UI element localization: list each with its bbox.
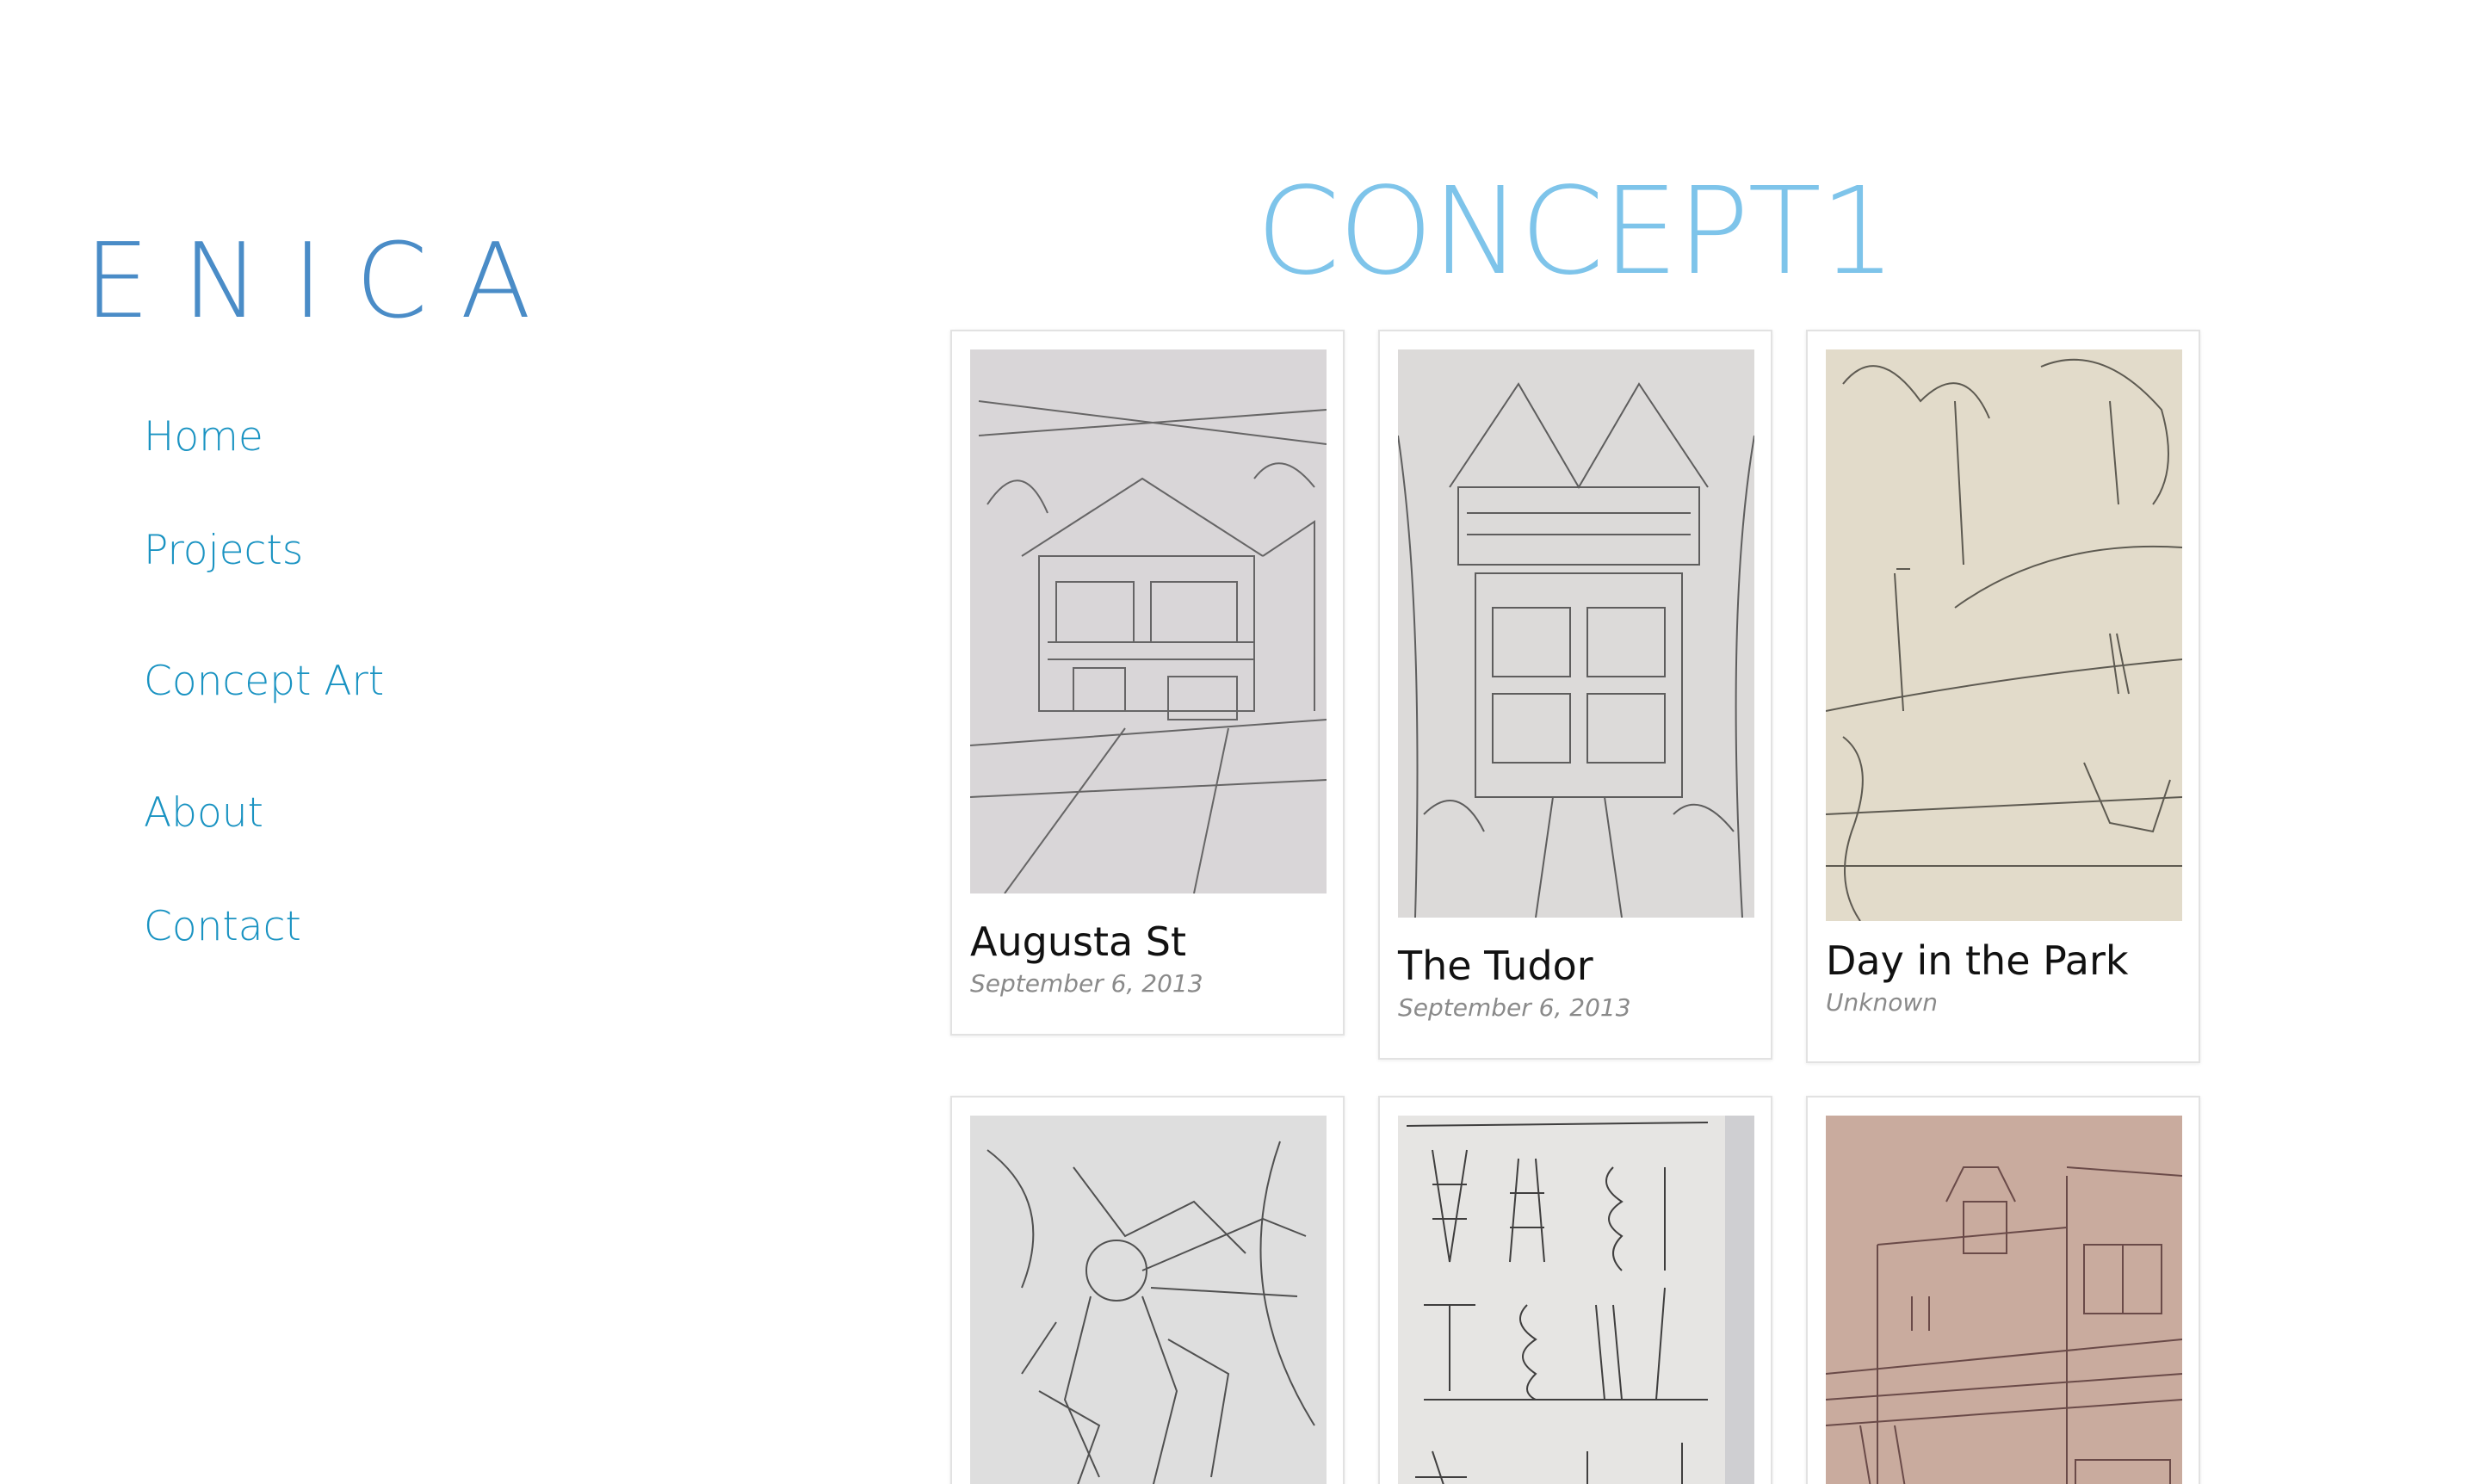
card-date: Unknown bbox=[1826, 988, 1938, 1017]
sketch-robot-image bbox=[970, 1116, 1327, 1484]
sketch-house-image bbox=[970, 349, 1327, 893]
nav-link-contact[interactable]: Contact bbox=[144, 906, 301, 947]
card-title[interactable]: The Tudor bbox=[1398, 946, 1593, 986]
art-card-day-in-the-park[interactable]: Day in the Park Unknown bbox=[1806, 330, 2200, 1063]
artwork-thumbnail[interactable] bbox=[1398, 349, 1754, 918]
sketch-towers-image bbox=[1398, 1116, 1754, 1484]
card-date: September 6, 2013 bbox=[970, 969, 1203, 998]
page-title: CONCEPT1 bbox=[1256, 162, 1896, 302]
sketch-street-image bbox=[1826, 1116, 2182, 1484]
artwork-thumbnail[interactable] bbox=[1826, 1116, 2182, 1484]
nav-link-about[interactable]: About bbox=[144, 793, 263, 833]
card-title[interactable]: Day in the Park bbox=[1826, 941, 2129, 980]
card-date: September 6, 2013 bbox=[1398, 993, 1631, 1022]
sketch-tudor-image bbox=[1398, 349, 1754, 918]
art-card-towers-sketch[interactable] bbox=[1378, 1096, 1772, 1484]
art-card-the-tudor[interactable]: The Tudor September 6, 2013 bbox=[1378, 330, 1772, 1060]
card-title[interactable]: Augusta St bbox=[970, 922, 1186, 962]
nav-link-home[interactable]: Home bbox=[144, 417, 263, 457]
nav-link-projects[interactable]: Projects bbox=[144, 530, 303, 571]
artwork-thumbnail[interactable] bbox=[970, 349, 1327, 893]
art-card-augusta-st[interactable]: Augusta St September 6, 2013 bbox=[950, 330, 1345, 1036]
art-card-street-sketch[interactable] bbox=[1806, 1096, 2200, 1484]
art-card-robot-sketch[interactable] bbox=[950, 1096, 1345, 1484]
nav-link-concept-art[interactable]: Concept Art bbox=[144, 661, 384, 702]
sketch-park-image bbox=[1826, 349, 2182, 921]
artwork-thumbnail[interactable] bbox=[970, 1116, 1327, 1484]
artwork-thumbnail[interactable] bbox=[1826, 349, 2182, 921]
page: ENICA Home Projects Concept Art About Co… bbox=[0, 0, 2474, 1484]
artwork-thumbnail[interactable] bbox=[1398, 1116, 1754, 1484]
site-logo[interactable]: ENICA bbox=[84, 231, 564, 334]
